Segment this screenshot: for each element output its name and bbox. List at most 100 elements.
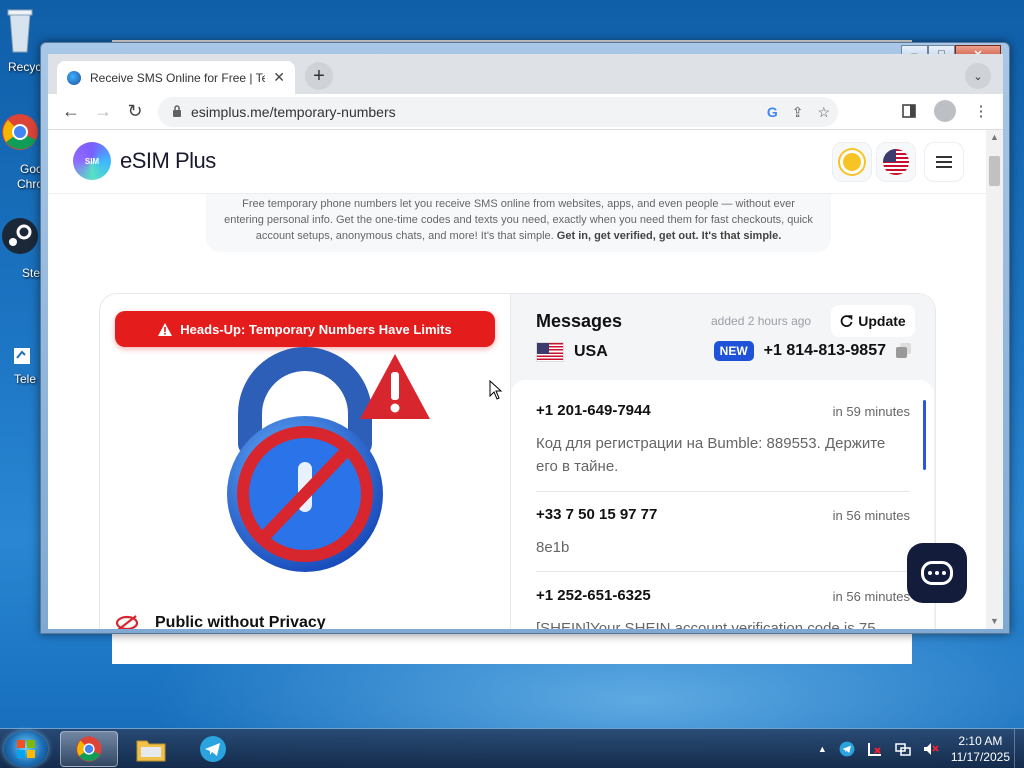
messages-title: Messages bbox=[536, 311, 623, 331]
browser-toolbar: ← → ↻ esimplus.me/temporary-numbers G ⇪ … bbox=[48, 94, 1003, 130]
scroll-up-arrow-icon[interactable]: ▲ bbox=[990, 132, 999, 142]
message-sender: +1 201-649-7944 bbox=[536, 402, 651, 419]
forward-button[interactable]: → bbox=[87, 96, 119, 128]
show-desktop-button[interactable] bbox=[1014, 729, 1024, 768]
warning-icon bbox=[158, 322, 173, 336]
show-hidden-icons-icon[interactable]: ▲ bbox=[818, 744, 827, 754]
message-sender: +1 252-651-6325 bbox=[536, 587, 651, 604]
messages-panel: Messages added 2 hours ago Update USA NE… bbox=[510, 294, 935, 629]
warning-column: Heads-Up: Temporary Numbers Have Limits bbox=[100, 294, 510, 629]
phone-number[interactable]: +1 814-813-9857 bbox=[764, 342, 886, 360]
taskbar-telegram[interactable] bbox=[184, 731, 242, 767]
intro-text-box: Free temporary phone numbers let you rec… bbox=[206, 194, 831, 252]
tab-receive-sms[interactable]: Receive SMS Online for Free | Temporary … bbox=[57, 61, 295, 94]
tab-title: Receive SMS Online for Free | Temporary bbox=[90, 70, 266, 85]
message-item[interactable]: +1 252-651-6325 in 56 minutes [SHEIN]You… bbox=[536, 587, 910, 629]
message-list-scrollbar[interactable] bbox=[923, 400, 926, 470]
added-time: added 2 hours ago bbox=[711, 314, 812, 328]
refresh-icon bbox=[840, 314, 853, 327]
message-body: 8e1b bbox=[536, 539, 570, 556]
tab-search-button[interactable]: ⌄ bbox=[965, 63, 991, 89]
message-item[interactable]: +1 201-649-7944 in 59 minutes Код для ре… bbox=[536, 402, 910, 492]
page-scrollbar[interactable]: ▲ ▼ bbox=[986, 130, 1003, 629]
message-list[interactable]: +1 201-649-7944 in 59 minutes Код для ре… bbox=[511, 380, 934, 629]
desktop-icon-recycle-bin[interactable]: Recyc bbox=[0, 6, 41, 74]
system-tray: ▲ 2:10 AM 11/17/2025 bbox=[818, 729, 1010, 768]
desktop-icon-label: Recyc bbox=[8, 60, 42, 74]
public-without-privacy: Public without Privacy bbox=[115, 614, 326, 629]
share-icon[interactable]: ⇪ bbox=[792, 104, 804, 121]
us-flag-icon bbox=[883, 149, 909, 175]
scroll-down-arrow-icon[interactable]: ▼ bbox=[990, 616, 999, 626]
country-selector: USA bbox=[536, 342, 608, 362]
clock-date: 11/17/2025 bbox=[950, 750, 1010, 764]
hamburger-icon bbox=[936, 156, 952, 168]
chat-icon bbox=[921, 561, 953, 585]
clock-time: 2:10 AM bbox=[958, 734, 1003, 748]
lock-icon[interactable] bbox=[172, 104, 182, 120]
taskbar-explorer[interactable] bbox=[122, 731, 180, 767]
alert-text: Heads-Up: Temporary Numbers Have Limits bbox=[180, 321, 452, 337]
sun-icon bbox=[843, 153, 861, 171]
eye-off-icon bbox=[115, 615, 139, 629]
public-heading: Public without Privacy bbox=[155, 614, 326, 629]
chat-button[interactable] bbox=[907, 543, 967, 603]
desktop-icon-telegram[interactable]: Tele bbox=[0, 330, 40, 386]
hamburger-menu-button[interactable] bbox=[924, 142, 964, 182]
reload-button[interactable]: ↻ bbox=[119, 96, 151, 128]
language-button[interactable] bbox=[876, 142, 916, 182]
google-lens-icon[interactable]: G bbox=[767, 104, 778, 120]
logo-text: eSIM Plus bbox=[120, 148, 216, 173]
update-label: Update bbox=[858, 313, 906, 329]
start-button[interactable] bbox=[4, 731, 48, 767]
update-button[interactable]: Update bbox=[831, 305, 915, 337]
desktop-icon-google-chrome[interactable]: Goo Chro bbox=[0, 112, 43, 191]
taskbar-chrome[interactable] bbox=[60, 731, 118, 767]
new-tab-button[interactable]: + bbox=[305, 62, 333, 90]
desktop-icon-steam[interactable]: Ste bbox=[0, 216, 40, 280]
omnibox-actions: G ⇪ ☆ bbox=[767, 104, 830, 121]
tab-strip: Receive SMS Online for Free | Temporary … bbox=[48, 54, 1003, 94]
esim-logo-icon: SIM bbox=[73, 142, 111, 180]
phone-number-row: NEW +1 814-813-9857 bbox=[713, 341, 912, 361]
theme-toggle-button[interactable] bbox=[832, 142, 872, 182]
side-panel-icon[interactable] bbox=[897, 99, 921, 123]
telegram-tray-icon[interactable] bbox=[839, 741, 855, 757]
country-name: USA bbox=[574, 343, 608, 360]
menu-icon[interactable]: ⋮ bbox=[969, 99, 993, 123]
message-item[interactable]: +33 7 50 15 97 77 in 56 minutes 8e1b bbox=[536, 506, 910, 572]
message-body: Код для регистрации на Bumble: 889553. Д… bbox=[536, 435, 886, 475]
padlock-illustration-icon bbox=[227, 347, 430, 572]
telegram-shortcut-icon bbox=[14, 348, 30, 364]
url-text: esimplus.me/temporary-numbers bbox=[191, 104, 396, 120]
copy-icon[interactable] bbox=[896, 343, 912, 359]
site-header: SIM eSIM Plus bbox=[48, 130, 986, 194]
bookmark-star-icon[interactable]: ☆ bbox=[817, 104, 830, 121]
intro-bold-text: Get in, get verified, get out. It's that… bbox=[556, 230, 782, 242]
network-icon[interactable] bbox=[895, 741, 911, 757]
heads-up-alert[interactable]: Heads-Up: Temporary Numbers Have Limits bbox=[115, 311, 495, 347]
message-time: in 56 minutes bbox=[832, 589, 910, 604]
message-body: [SHEIN]Your SHEIN account verification c… bbox=[536, 620, 876, 629]
mouse-cursor-icon bbox=[489, 380, 503, 400]
esimplus-favicon-icon bbox=[67, 70, 81, 85]
page-viewport: SIM eSIM Plus Free temporary phone numbe… bbox=[48, 130, 986, 629]
profile-icon[interactable] bbox=[933, 99, 957, 123]
explorer-icon bbox=[136, 740, 166, 762]
clock[interactable]: 2:10 AM 11/17/2025 bbox=[951, 733, 1010, 765]
message-time: in 56 minutes bbox=[832, 508, 910, 523]
tab-close-icon[interactable]: ✕ bbox=[273, 69, 285, 86]
telegram-icon bbox=[200, 736, 226, 762]
address-bar[interactable]: esimplus.me/temporary-numbers G ⇪ ☆ bbox=[158, 97, 838, 127]
taskbar: ▲ 2:10 AM 11/17/2025 bbox=[0, 728, 1024, 768]
browser-window[interactable]: – □ ✕ Receive SMS Online for Free | Temp… bbox=[40, 42, 1010, 634]
desktop-icon-label: Ste bbox=[22, 266, 41, 280]
number-card: Heads-Up: Temporary Numbers Have Limits bbox=[99, 293, 936, 629]
site-logo[interactable]: SIM eSIM Plus bbox=[73, 142, 216, 180]
volume-muted-icon[interactable] bbox=[923, 741, 939, 757]
new-badge: NEW bbox=[713, 341, 754, 361]
page-scroll-thumb[interactable] bbox=[989, 156, 1000, 186]
message-sender: +33 7 50 15 97 77 bbox=[536, 506, 658, 523]
action-center-icon[interactable] bbox=[867, 741, 883, 757]
back-button[interactable]: ← bbox=[55, 96, 87, 128]
